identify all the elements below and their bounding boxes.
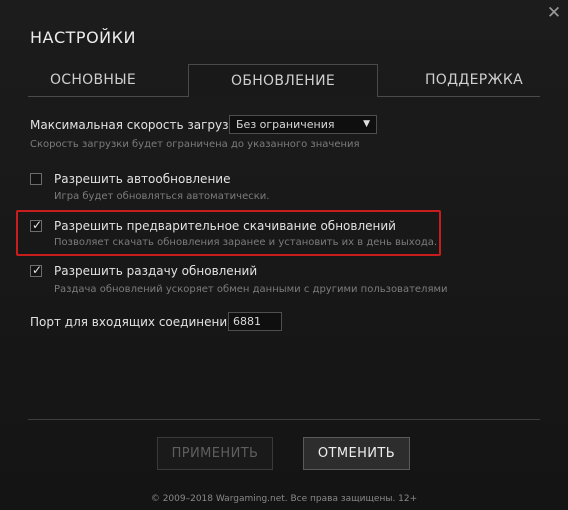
footer-divider — [28, 419, 540, 420]
download-speed-hint: Скорость загрузки будет ограничена до ук… — [30, 139, 360, 150]
dialog-title: НАСТРОЙКИ — [30, 28, 136, 47]
download-speed-select[interactable]: Без ограничения ▼ — [229, 115, 377, 134]
preload-updates-hint: Позволяет скачать обновления заранее и у… — [54, 237, 438, 248]
seed-updates-hint: Раздача обновлений ускоряет обмен данным… — [54, 284, 448, 295]
tab-general[interactable]: ОСНОВНЫЕ — [28, 64, 158, 96]
checkmark-icon: ✓ — [32, 218, 43, 232]
tab-support[interactable]: ПОДДЕРЖКА — [408, 64, 540, 96]
auto-update-hint: Игра будет обновляться автоматически. — [54, 191, 270, 202]
auto-update-checkbox[interactable] — [30, 173, 42, 185]
checkmark-icon: ✓ — [32, 263, 43, 277]
seed-updates-checkbox[interactable]: ✓ — [30, 263, 43, 277]
apply-button[interactable]: ПРИМЕНИТЬ — [157, 437, 273, 470]
download-speed-value: Без ограничения — [236, 118, 335, 131]
cancel-button[interactable]: ОТМЕНИТЬ — [303, 437, 410, 470]
tab-bar: ОСНОВНЫЕ ОБНОВЛЕНИЕ ПОДДЕРЖКА — [28, 64, 540, 97]
port-label: Порт для входящих соединений: — [30, 315, 239, 329]
preload-updates-checkbox[interactable]: ✓ — [30, 218, 43, 232]
tab-divider-right — [378, 96, 540, 97]
seed-updates-label: Разрешить раздачу обновлений — [54, 264, 258, 278]
download-speed-label: Максимальная скорость загрузки: — [30, 118, 248, 132]
auto-update-label: Разрешить автообновление — [54, 172, 231, 186]
copyright-footer: © 2009–2018 Wargaming.net. Все права защ… — [150, 494, 418, 504]
port-input[interactable] — [228, 312, 282, 331]
highlight-frame — [16, 210, 441, 256]
tab-update[interactable]: ОБНОВЛЕНИЕ — [188, 64, 378, 97]
chevron-down-icon: ▼ — [363, 119, 370, 129]
preload-updates-label: Разрешить предварительное скачивание обн… — [54, 219, 396, 233]
tab-divider-left — [28, 96, 188, 97]
close-icon[interactable]: ✕ — [545, 4, 563, 22]
settings-dialog: НАСТРОЙКИ ✕ ОСНОВНЫЕ ОБНОВЛЕНИЕ ПОДДЕРЖК… — [0, 0, 568, 510]
